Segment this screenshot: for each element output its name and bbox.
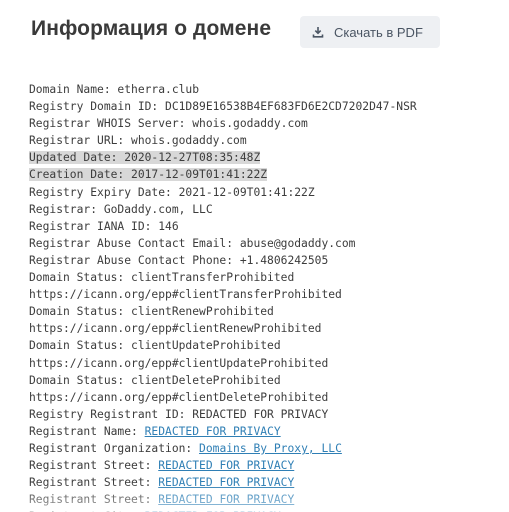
whois-row: Registrant Organization: Domains By Prox… xyxy=(29,440,499,457)
page-title: Информация о домене xyxy=(31,17,272,40)
whois-row: Registrar URL: whois.godaddy.com xyxy=(29,132,499,149)
whois-row: Registrant Name: REDACTED FOR PRIVACY xyxy=(29,423,499,440)
whois-row: Registrar WHOIS Server: whois.godaddy.co… xyxy=(29,115,499,132)
whois-row-text: Registry Expiry Date: 2021-12-09T01:41:2… xyxy=(29,185,315,199)
whois-row: Domain Status: clientDeleteProhibited xyxy=(29,372,499,389)
whois-row: Domain Status: clientRenewProhibited xyxy=(29,303,499,320)
whois-row: Domain Status: clientTransferProhibited xyxy=(29,269,499,286)
whois-row-text: Registrant Street: xyxy=(29,476,159,490)
whois-row: Domain Status: clientUpdateProhibited xyxy=(29,337,499,354)
whois-row: Registrar Abuse Contact Email: abuse@god… xyxy=(29,235,499,252)
whois-row-text: https://icann.org/epp#clientTransferProh… xyxy=(29,288,342,302)
whois-row: Registry Domain ID: DC1D89E16538B4EF683F… xyxy=(29,98,499,115)
whois-row: Registrant City: REDACTED FOR PRIVACY xyxy=(29,508,499,512)
whois-row: https://icann.org/epp#clientRenewProhibi… xyxy=(29,320,499,337)
whois-row-text: Registrar IANA ID: 146 xyxy=(29,219,179,233)
whois-row: Registrar: GoDaddy.com, LLC xyxy=(29,201,499,218)
whois-link[interactable]: Domains By Proxy, LLC xyxy=(199,442,342,455)
whois-row: Registry Registrant ID: REDACTED FOR PRI… xyxy=(29,406,499,423)
whois-row-text: Registry Registrant ID: REDACTED FOR PRI… xyxy=(29,407,329,421)
whois-row-text: Domain Status: clientRenewProhibited xyxy=(29,305,274,319)
whois-row-text: Registrant Name: xyxy=(29,424,145,438)
whois-link[interactable]: REDACTED FOR PRIVACY xyxy=(158,459,294,472)
whois-row: https://icann.org/epp#clientTransferProh… xyxy=(29,286,499,303)
whois-row: https://icann.org/epp#clientUpdateProhib… xyxy=(29,355,499,372)
whois-row-text: Domain Status: clientDeleteProhibited xyxy=(29,373,281,387)
whois-row: Creation Date: 2017-12-09T01:41:22Z xyxy=(29,166,499,183)
whois-row-text: Updated Date: 2020-12-27T08:35:48Z xyxy=(29,151,261,165)
whois-row-text: https://icann.org/epp#clientRenewProhibi… xyxy=(29,322,322,336)
whois-row: https://icann.org/epp#clientDeleteProhib… xyxy=(29,389,499,406)
whois-row: Registrar Abuse Contact Phone: +1.480624… xyxy=(29,252,499,269)
whois-row: Registrant Street: REDACTED FOR PRIVACY xyxy=(29,474,499,491)
whois-row-text: Registrant Street: xyxy=(29,493,159,507)
whois-link[interactable]: REDACTED FOR PRIVACY xyxy=(158,476,294,489)
domain-info-page: Информация о домене Скачать в PDF Domain… xyxy=(0,0,509,512)
whois-row-text: Creation Date: 2017-12-09T01:41:22Z xyxy=(29,168,268,182)
whois-row: Registrant Street: REDACTED FOR PRIVACY xyxy=(29,491,499,508)
whois-record: Domain Name: etherra.club Registry Domain… xyxy=(29,81,499,512)
whois-row-text: https://icann.org/epp#clientDeleteProhib… xyxy=(29,390,329,404)
whois-row-text: Registrant Street: xyxy=(29,459,159,473)
whois-row-text: Registrar Abuse Contact Email: abuse@god… xyxy=(29,236,356,250)
whois-row-text: Registrar WHOIS Server: whois.godaddy.co… xyxy=(29,117,308,131)
whois-row: Domain Name: etherra.club xyxy=(29,81,499,98)
whois-row-text: Domain Status: clientTransferProhibited xyxy=(29,271,295,285)
whois-link[interactable]: REDACTED FOR PRIVACY xyxy=(145,425,281,438)
whois-row-text: Registrar: GoDaddy.com, LLC xyxy=(29,202,213,216)
whois-row-text: Registrar Abuse Contact Phone: +1.480624… xyxy=(29,253,329,267)
whois-link[interactable]: REDACTED FOR PRIVACY xyxy=(158,493,294,506)
download-pdf-label: Скачать в PDF xyxy=(334,24,423,40)
download-pdf-button[interactable]: Скачать в PDF xyxy=(300,16,440,48)
header: Информация о домене Скачать в PDF xyxy=(28,14,498,50)
whois-row-text: https://icann.org/epp#clientUpdateProhib… xyxy=(29,356,329,370)
whois-row: Updated Date: 2020-12-27T08:35:48Z xyxy=(29,149,499,166)
whois-row: Registrar IANA ID: 146 xyxy=(29,218,499,235)
whois-row-text: Registrant Organization: xyxy=(29,441,200,455)
whois-row-text: Domain Status: clientUpdateProhibited xyxy=(29,339,281,353)
whois-row-text: Registry Domain ID: DC1D89E16538B4EF683F… xyxy=(29,100,417,114)
whois-row: Registry Expiry Date: 2021-12-09T01:41:2… xyxy=(29,184,499,201)
whois-row: Registrant Street: REDACTED FOR PRIVACY xyxy=(29,457,499,474)
whois-row-text: Domain Name: etherra.club xyxy=(29,83,200,96)
download-icon xyxy=(310,24,326,40)
whois-row-text: Registrar URL: whois.godaddy.com xyxy=(29,134,247,148)
